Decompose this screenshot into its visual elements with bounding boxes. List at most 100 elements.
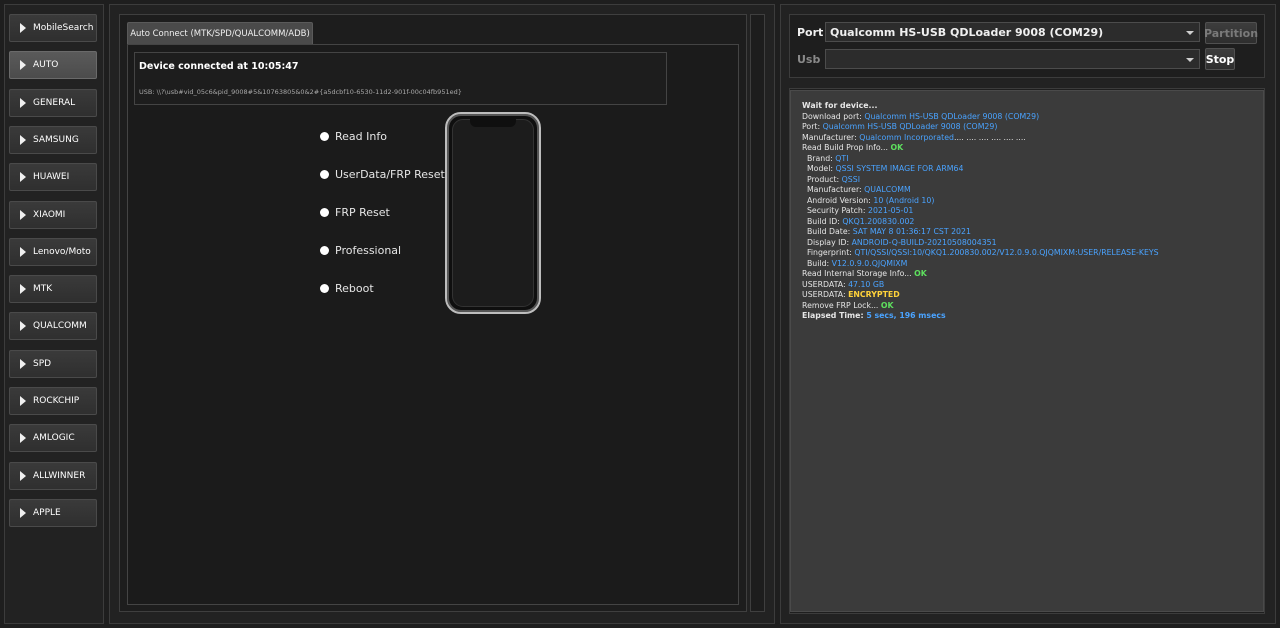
- sidebar-item-spd[interactable]: SPD: [9, 349, 97, 378]
- log-label: Build ID:: [802, 216, 843, 226]
- phone-screen: [452, 119, 534, 307]
- log-line: Display ID: ANDROID-Q-BUILD-202105080043…: [802, 238, 1263, 249]
- radio-dot-icon[interactable]: [320, 170, 329, 179]
- option-reboot[interactable]: Reboot: [320, 282, 374, 295]
- log-value: QTI/QSSI/QSSI:10/QKQ1.200830.002/V12.0.9…: [854, 248, 1159, 257]
- sidebar-item-label: SAMSUNG: [33, 134, 79, 145]
- log-value: Qualcomm Incorporated: [859, 132, 954, 142]
- usb-select[interactable]: [825, 49, 1200, 69]
- log-value: QSSI SYSTEM IMAGE FOR ARM64: [835, 164, 964, 173]
- sidebar-item-auto[interactable]: AUTO: [9, 51, 97, 80]
- sidebar-item-label: XIAOMI: [33, 209, 66, 220]
- sidebar-item-label: AUTO: [33, 60, 59, 71]
- triangle-right-icon: [20, 321, 26, 332]
- log-value: Qualcomm HS-USB QDLoader 9008 (COM29): [822, 122, 998, 131]
- log-line: Manufacturer: Qualcomm Incorporated.... …: [802, 133, 1263, 144]
- sidebar-item-rockchip[interactable]: ROCKCHIP: [9, 387, 97, 415]
- triangle-right-icon: [20, 134, 26, 145]
- sidebar-item-samsung[interactable]: SAMSUNG: [9, 125, 97, 154]
- phone-illustration: [445, 112, 541, 314]
- log-value: QKQ1.200830.002: [842, 216, 915, 226]
- log-label: USERDATA:: [802, 279, 849, 289]
- sidebar-item-label: SPD: [33, 358, 52, 369]
- sidebar-item-mtk[interactable]: MTK: [9, 275, 97, 304]
- triangle-right-icon: [20, 358, 26, 369]
- log-line: USERDATA: 47.10 GB: [802, 280, 1263, 291]
- option-frp-reset[interactable]: FRP Reset: [320, 206, 390, 219]
- log-line: Model: QSSI SYSTEM IMAGE FOR ARM64: [802, 164, 1263, 175]
- chevron-down-icon: [1186, 31, 1194, 35]
- sidebar-item-huawei[interactable]: HUAWEI: [9, 163, 97, 192]
- log-value: SAT MAY 8 01:36:17 CST 2021: [852, 227, 971, 236]
- triangle-right-icon: [20, 23, 26, 33]
- log-value: QSSI: [841, 174, 861, 184]
- log-label: Fingerprint:: [802, 248, 855, 257]
- log-value: V12.0.9.0.QJQMIXM: [831, 258, 908, 268]
- device-connected-text: Device connected at 10:05:47: [139, 61, 299, 72]
- sidebar-item-qualcomm[interactable]: QUALCOMM: [9, 312, 97, 341]
- sidebar-item-xiaomi[interactable]: XIAOMI: [9, 200, 97, 229]
- sidebar-item-allwinner[interactable]: ALLWINNER: [9, 461, 97, 490]
- log-label: Build Date:: [802, 227, 853, 236]
- log-line: Build ID: QKQ1.200830.002: [802, 217, 1263, 228]
- log-line: USERDATA: ENCRYPTED: [802, 290, 1263, 301]
- phone-notch: [470, 119, 516, 127]
- log-value: 47.10 GB: [848, 279, 885, 289]
- tab-auto-connect[interactable]: Auto Connect (MTK/SPD/QUALCOMM/ADB): [127, 22, 313, 44]
- log-label: Display ID:: [802, 237, 852, 247]
- radio-dot-icon[interactable]: [320, 284, 329, 293]
- port-label: Port: [797, 26, 824, 39]
- log-label: Read Internal Storage Info...: [802, 269, 915, 278]
- port-select-value: Qualcomm HS-USB QDLoader 9008 (COM29): [830, 25, 1104, 39]
- sidebar-item-label: ALLWINNER: [33, 470, 86, 481]
- triangle-right-icon: [20, 209, 26, 220]
- option-label: Reboot: [335, 282, 374, 295]
- radio-dot-icon[interactable]: [320, 208, 329, 217]
- option-label: Read Info: [335, 130, 387, 143]
- log-value: 2021-05-01: [867, 206, 914, 215]
- sidebar-item-amlogic[interactable]: AMLOGIC: [9, 424, 97, 453]
- log-line: Android Version: 10 (Android 10): [802, 196, 1263, 207]
- log-line: Read Internal Storage Info... OK: [802, 269, 1263, 280]
- triangle-right-icon: [20, 396, 26, 406]
- option-read-info[interactable]: Read Info: [320, 130, 387, 143]
- log-value: QUALCOMM: [864, 185, 911, 194]
- log-value: ANDROID-Q-BUILD-20210508004351: [851, 237, 997, 247]
- sidebar-item-label: AMLOGIC: [33, 433, 75, 444]
- radio-dot-icon[interactable]: [320, 246, 329, 255]
- log-suffix: .... .... .... .... .... ....: [953, 132, 1026, 142]
- log-line: Read Build Prop Info... OK: [802, 143, 1263, 154]
- port-select[interactable]: Qualcomm HS-USB QDLoader 9008 (COM29): [825, 22, 1200, 42]
- log-label: Remove FRP Lock...: [802, 300, 881, 310]
- log-label: Port:: [802, 122, 823, 131]
- triangle-right-icon: [20, 60, 26, 71]
- sidebar-item-label: APPLE: [33, 507, 61, 518]
- log-line: Port: Qualcomm HS-USB QDLoader 9008 (COM…: [802, 122, 1263, 133]
- radio-dot-icon[interactable]: [320, 132, 329, 141]
- sidebar-item-lenovo-moto[interactable]: Lenovo/Moto: [9, 237, 97, 266]
- option-professional[interactable]: Professional: [320, 244, 401, 257]
- triangle-right-icon: [20, 470, 26, 481]
- partition-button[interactable]: Partition: [1204, 22, 1258, 44]
- sidebar-item-label: MTK: [33, 284, 53, 295]
- sidebar-item-label: HUAWEI: [33, 172, 70, 183]
- log-value: Qualcomm HS-USB QDLoader 9008 (COM29): [864, 111, 1040, 121]
- option-label: Professional: [335, 244, 402, 257]
- sidebar-item-label: MobileSearch: [33, 23, 94, 33]
- log-line: Build Date: SAT MAY 8 01:36:17 CST 2021: [802, 227, 1263, 238]
- log-line: Remove FRP Lock... OK: [802, 301, 1263, 312]
- sidebar-item-mobilesearch[interactable]: MobileSearch: [9, 14, 97, 42]
- log-label: Model:: [802, 164, 836, 173]
- option-userdata-frp-reset[interactable]: UserData/FRP Reset: [320, 168, 445, 181]
- sidebar-item-label: Lenovo/Moto: [33, 246, 91, 257]
- sidebar-item-apple[interactable]: APPLE: [9, 498, 97, 527]
- usb-path-text: USB: \\?\usb#vid_05c6&pid_9008#5&1076380…: [139, 88, 462, 96]
- sidebar-item-general[interactable]: GENERAL: [9, 88, 97, 117]
- option-label: FRP Reset: [335, 206, 390, 219]
- log-line: Product: QSSI: [802, 175, 1263, 186]
- center-side-panel: [750, 14, 765, 612]
- sidebar-item-label: QUALCOMM: [33, 321, 87, 332]
- stop-button[interactable]: Stop: [1205, 48, 1235, 70]
- triangle-right-icon: [20, 284, 26, 295]
- log-label: Wait for device...: [802, 101, 878, 110]
